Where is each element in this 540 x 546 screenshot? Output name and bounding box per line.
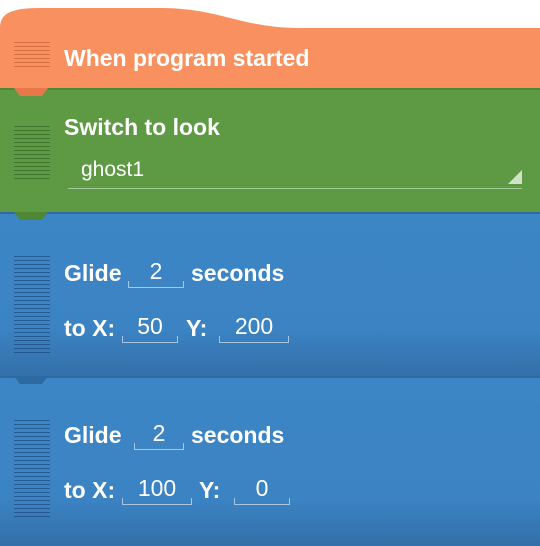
when-program-started-block[interactable]: When program started xyxy=(0,0,540,92)
drag-handle-icon[interactable] xyxy=(14,42,50,70)
glide-x-input[interactable]: 100 xyxy=(122,475,192,505)
glide-seconds-value: 2 xyxy=(149,258,163,284)
glide-y-input[interactable]: 200 xyxy=(219,313,289,343)
switch-to-look-label: Switch to look xyxy=(64,114,220,140)
to-x-label: to X: xyxy=(64,477,116,503)
glide-x-input[interactable]: 50 xyxy=(122,313,178,343)
look-select-value: ghost1 xyxy=(81,158,145,181)
drag-handle-icon[interactable] xyxy=(14,420,50,520)
glide-y-input[interactable]: 0 xyxy=(234,475,290,505)
seconds-label: seconds xyxy=(191,422,285,448)
drag-handle-icon[interactable] xyxy=(14,126,50,182)
glide-label: Glide xyxy=(64,422,122,448)
glide-x-value: 100 xyxy=(137,475,177,501)
y-label: Y: xyxy=(199,477,221,503)
glide-y-value: 200 xyxy=(234,313,274,339)
drag-handle-icon[interactable] xyxy=(14,256,50,356)
look-select-dropdown[interactable]: ghost1 xyxy=(68,156,522,189)
glide-seconds-input[interactable]: 2 xyxy=(134,420,184,450)
y-label: Y: xyxy=(186,315,208,341)
glide-seconds-value: 2 xyxy=(152,420,166,446)
glide-label: Glide xyxy=(64,260,122,286)
glide-block-2[interactable]: Glide 2 seconds to X: 100 Y: 0 xyxy=(0,376,540,546)
dropdown-caret-icon xyxy=(508,170,522,184)
switch-to-look-block[interactable]: Switch to look ghost1 xyxy=(0,88,540,216)
seconds-label: seconds xyxy=(191,260,285,286)
glide-block-1[interactable]: Glide 2 seconds to X: 50 Y: 200 xyxy=(0,212,540,378)
glide-x-value: 50 xyxy=(137,313,163,339)
to-x-label: to X: xyxy=(64,315,116,341)
glide-y-value: 0 xyxy=(255,475,269,501)
glide-seconds-input[interactable]: 2 xyxy=(128,258,184,288)
hat-block-label: When program started xyxy=(64,45,310,71)
